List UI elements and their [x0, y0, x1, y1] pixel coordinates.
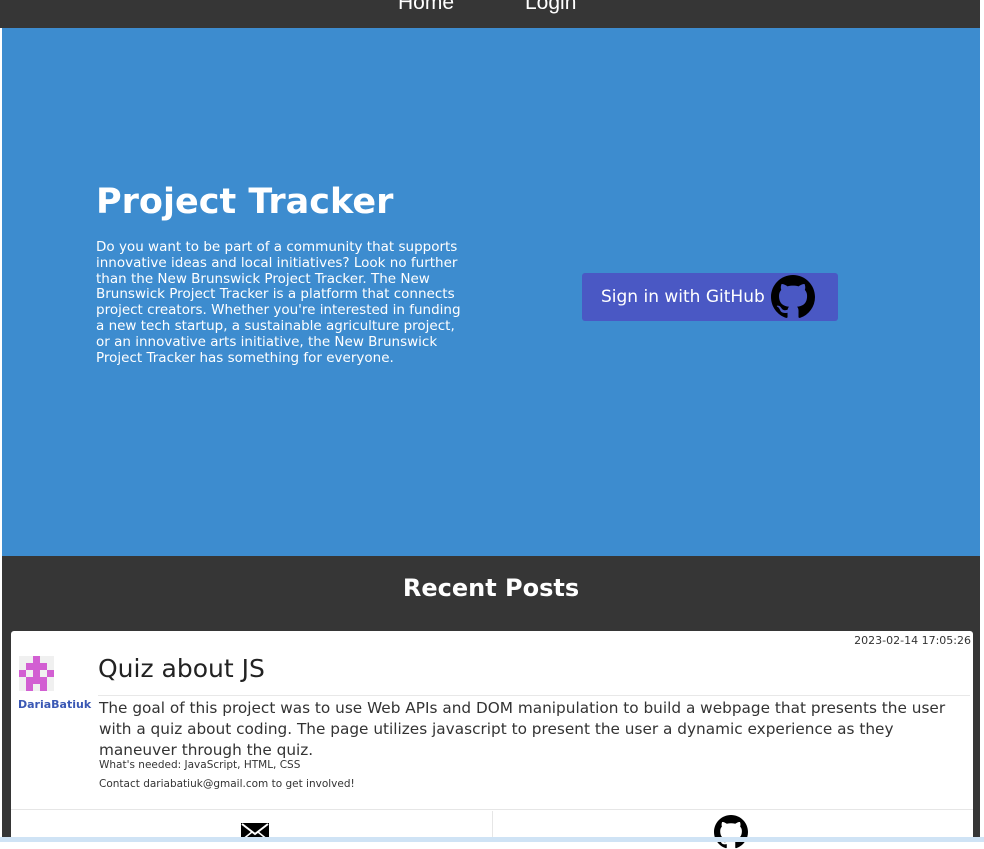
post-date: 2023-02-14 17:05:26: [854, 634, 971, 647]
recent-posts-section: Recent Posts 2023-02-14 17:05:26 DariaBa…: [2, 556, 980, 849]
hero-section: Project Tracker Do you want to be part o…: [2, 28, 980, 556]
hero-title: Project Tracker: [96, 182, 394, 222]
nav-login-link[interactable]: Login: [525, 0, 576, 15]
post-actions-separator: [492, 811, 493, 837]
sign-in-button-label: Sign in with GitHub: [601, 287, 765, 307]
post-needed-skills: What's needed: JavaScript, HTML, CSS: [99, 759, 301, 771]
title-divider: [98, 695, 970, 696]
post-title: Quiz about JS: [98, 654, 265, 683]
nav-home-link[interactable]: Home: [398, 0, 454, 15]
post-description: The goal of this project was to use Web …: [99, 699, 946, 759]
post-author-link[interactable]: DariaBatiuk: [18, 698, 91, 711]
github-icon[interactable]: [714, 815, 748, 849]
post-actions-divider: [11, 809, 973, 810]
top-navbar: Home Login: [0, 0, 980, 28]
recent-posts-title: Recent Posts: [402, 574, 580, 602]
identicon-avatar[interactable]: [19, 656, 54, 691]
post-card: 2023-02-14 17:05:26 DariaBatiuk Quiz abo…: [11, 631, 973, 849]
post-contact: Contact dariabatiuk@gmail.com to get inv…: [99, 778, 355, 790]
sign-in-with-github-button[interactable]: Sign in with GitHub: [582, 273, 838, 321]
github-icon: [771, 275, 815, 318]
bottom-strip: [0, 837, 984, 842]
hero-description: Do you want to be part of a community th…: [96, 239, 461, 366]
